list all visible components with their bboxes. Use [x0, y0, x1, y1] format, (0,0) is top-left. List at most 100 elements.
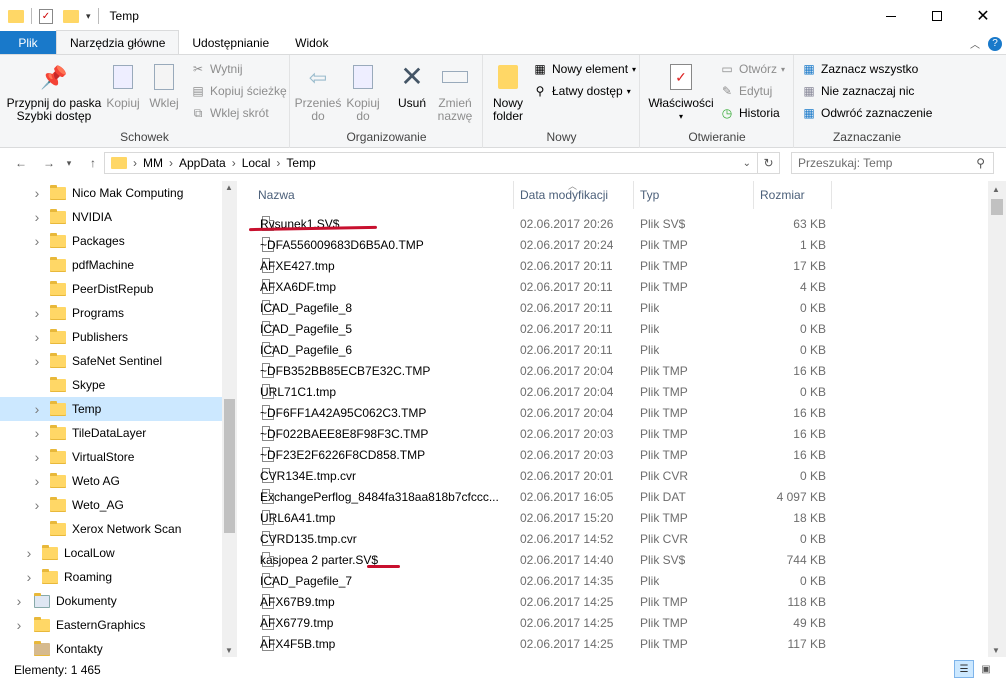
breadcrumb-local[interactable]: Local — [238, 156, 275, 170]
back-button[interactable]: ← — [10, 152, 32, 174]
file-row[interactable]: ICAD_Pagefile_8 02.06.2017 20:11 Plik 0 KB — [238, 297, 988, 318]
copy-path-button[interactable]: ▤ Kopiuj ścieżkę — [190, 81, 286, 101]
file-row[interactable]: kasjopea 2 parter.SV$ 02.06.2017 14:40 Pli… — [238, 549, 988, 570]
select-none-button[interactable]: ▦ Nie zaznaczaj nic — [801, 81, 914, 101]
file-row[interactable]: AFX67B9.tmp 02.06.2017 14:25 Plik TMP 118 K… — [238, 591, 988, 612]
delete-button[interactable]: ✕ Usuń — [391, 61, 433, 110]
invert-selection-button[interactable]: ▦ Odwróć zaznaczenie — [801, 103, 932, 123]
chevron-right-icon[interactable]: › — [24, 569, 34, 585]
details-view-button[interactable]: ☰ — [954, 660, 974, 678]
collapse-ribbon-icon[interactable]: ︿ — [970, 36, 980, 51]
recent-locations-button[interactable]: ▾ — [62, 152, 76, 174]
chevron-right-icon[interactable]: › — [24, 545, 34, 561]
new-folder-button[interactable]: Nowy folder — [488, 61, 528, 123]
tab-home[interactable]: Narzędzia główne — [56, 30, 180, 54]
scroll-up-icon[interactable]: ▲ — [992, 185, 1000, 194]
chevron-right-icon[interactable]: › — [32, 353, 42, 369]
easy-access-button[interactable]: ⚲ Łatwy dostęp ▾ — [532, 81, 631, 101]
column-header-name[interactable]: Nazwa — [252, 181, 514, 209]
minimize-button[interactable] — [868, 0, 914, 32]
paste-shortcut-button[interactable]: ⧉ Wklej skrót — [190, 103, 269, 123]
file-row[interactable]: CVR134E.tmp.cvr 02.06.2017 20:01 Plik CVR 0… — [238, 465, 988, 486]
chevron-right-icon[interactable]: › — [32, 233, 42, 249]
large-icons-view-button[interactable]: ▣ — [976, 660, 996, 678]
tree-item[interactable]: › SafeNet Sentinel — [0, 349, 222, 373]
new-item-button[interactable]: ▦ Nowy element ▾ — [532, 59, 636, 79]
move-to-button[interactable]: ⇦ Przenieś do — [295, 61, 342, 123]
breadcrumb-separator[interactable]: › — [131, 156, 139, 170]
edit-button[interactable]: ✎ Edytuj — [719, 81, 772, 101]
tree-item[interactable]: › Temp — [0, 397, 222, 421]
forward-button[interactable]: → — [38, 152, 60, 174]
file-scroll-thumb[interactable] — [991, 199, 1003, 215]
file-row[interactable]: ~DF022BAEE8E8F98F3C.TMP 02.06.2017 20:03 P… — [238, 423, 988, 444]
maximize-button[interactable] — [914, 0, 960, 32]
file-row[interactable]: AFXE427.tmp 02.06.2017 20:11 Plik TMP 17 KB — [238, 255, 988, 276]
scroll-up-icon[interactable]: ▲ — [225, 183, 233, 192]
tree-item[interactable]: Xerox Network Scan — [0, 517, 222, 541]
chevron-right-icon[interactable]: › — [14, 617, 24, 633]
tree-item[interactable]: PeerDistRepub — [0, 277, 222, 301]
copy-to-button[interactable]: Kopiuj do — [341, 61, 385, 123]
file-row[interactable]: ~DF23E2F6226F8CD858.TMP 02.06.2017 20:03 P… — [238, 444, 988, 465]
tab-file[interactable]: Plik — [0, 31, 56, 54]
open-button[interactable]: ▭ Otwórz ▾ — [719, 59, 785, 79]
file-row[interactable]: AFX6779.tmp 02.06.2017 14:25 Plik TMP 49 KB — [238, 612, 988, 633]
file-row[interactable]: ICAD_Pagefile_7 02.06.2017 14:35 Plik 0 KB — [238, 570, 988, 591]
up-button[interactable]: ↑ — [82, 152, 104, 174]
file-row[interactable]: ICAD_Pagefile_5 02.06.2017 20:11 Plik 0 KB — [238, 318, 988, 339]
cut-button[interactable]: ✂ Wytnij — [190, 59, 243, 79]
file-row[interactable]: ~DFA556009683D6B5A0.TMP 02.06.2017 20:24 P… — [238, 234, 988, 255]
chevron-right-icon[interactable]: › — [32, 497, 42, 513]
history-button[interactable]: ◷ Historia — [719, 103, 780, 123]
tree-item[interactable]: › Programs — [0, 301, 222, 325]
tree-item[interactable]: › Dokumenty — [0, 589, 222, 613]
tab-share[interactable]: Udostępnianie — [179, 31, 282, 54]
chevron-right-icon[interactable]: › — [32, 401, 42, 417]
tree-item[interactable]: › TileDataLayer — [0, 421, 222, 445]
tree-item[interactable]: › Weto AG — [0, 469, 222, 493]
new-folder-quick-icon[interactable] — [63, 9, 79, 23]
nav-scrollbar[interactable]: ▲ ▼ — [222, 181, 237, 657]
tree-item[interactable]: › Nico Mak Computing — [0, 181, 222, 205]
chevron-right-icon[interactable]: › — [32, 185, 42, 201]
tree-item[interactable]: › VirtualStore — [0, 445, 222, 469]
breadcrumb-appdata[interactable]: AppData — [175, 156, 230, 170]
file-list-scrollbar[interactable]: ▲ ▼ — [988, 181, 1006, 657]
tree-item[interactable]: › Weto_AG — [0, 493, 222, 517]
customize-toolbar-icon[interactable]: ▾ — [86, 11, 91, 22]
chevron-right-icon[interactable]: › — [32, 329, 42, 345]
file-row[interactable]: Rysunek1.SV$ 02.06.2017 20:26 Plik SV$ 63 K… — [238, 213, 988, 234]
breadcrumb-separator[interactable]: › — [167, 156, 175, 170]
paste-button[interactable]: Wklej — [146, 61, 182, 110]
properties-button[interactable]: ✓ Właściwości ▾ — [645, 61, 717, 123]
address-box[interactable]: › MM › AppData › Local › Temp ⌄ — [104, 152, 758, 174]
tree-item[interactable]: pdfMachine — [0, 253, 222, 277]
close-button[interactable]: ✕ — [960, 0, 1006, 32]
refresh-button[interactable]: ↻ — [758, 152, 780, 174]
scroll-down-icon[interactable]: ▼ — [225, 646, 233, 655]
chevron-right-icon[interactable]: › — [32, 425, 42, 441]
breadcrumb-mm[interactable]: MM — [139, 156, 167, 170]
tree-item[interactable]: › Roaming — [0, 565, 222, 589]
breadcrumb-separator[interactable]: › — [230, 156, 238, 170]
file-row[interactable]: ExchangePerflog_8484fa318aa818b7cfccc...… — [238, 486, 988, 507]
properties-quick-icon[interactable]: ✓ — [39, 8, 53, 24]
file-row[interactable]: AFXA6DF.tmp 02.06.2017 20:11 Plik TMP 4 KB — [238, 276, 988, 297]
column-header-size[interactable]: Rozmiar — [754, 181, 832, 209]
tree-item[interactable]: › Packages — [0, 229, 222, 253]
nav-scroll-thumb[interactable] — [224, 399, 235, 533]
chevron-right-icon[interactable]: › — [14, 593, 24, 609]
chevron-right-icon[interactable]: › — [32, 449, 42, 465]
tree-item[interactable]: › NVIDIA — [0, 205, 222, 229]
chevron-right-icon[interactable]: › — [32, 473, 42, 489]
file-row[interactable]: ICAD_Pagefile_6 02.06.2017 20:11 Plik 0 KB — [238, 339, 988, 360]
chevron-right-icon[interactable]: › — [32, 209, 42, 225]
chevron-right-icon[interactable]: › — [32, 305, 42, 321]
file-row[interactable]: ~DF6FF1A42A95C062C3.TMP 02.06.2017 20:04 P… — [238, 402, 988, 423]
rename-button[interactable]: Zmień nazwę — [433, 61, 477, 123]
select-all-button[interactable]: ▦ Zaznacz wszystko — [801, 59, 918, 79]
file-row[interactable]: URL71C1.tmp 02.06.2017 20:04 Plik TMP 0 KB — [238, 381, 988, 402]
tree-item[interactable]: › EasternGraphics — [0, 613, 222, 637]
tree-item[interactable]: Kontakty — [0, 637, 222, 657]
